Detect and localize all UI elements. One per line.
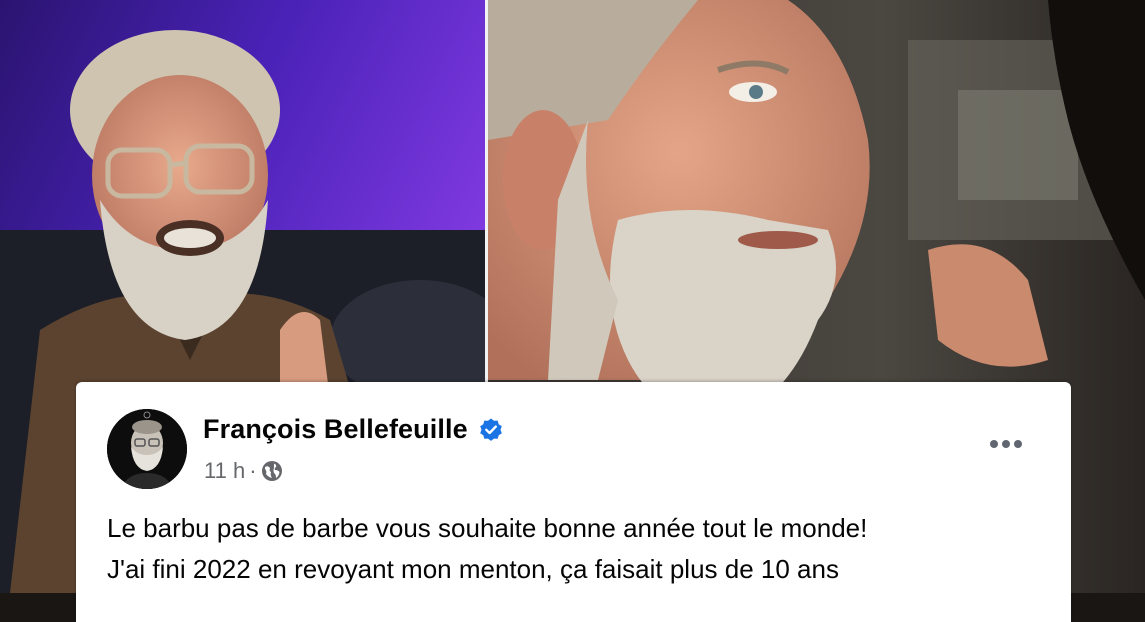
- more-options-dot: [1014, 440, 1022, 448]
- post-meta: 11 h ·: [204, 458, 283, 484]
- author-row: François Bellefeuille: [203, 414, 504, 445]
- author-avatar[interactable]: [107, 409, 187, 489]
- globe-icon[interactable]: [261, 460, 283, 482]
- more-options-button[interactable]: [984, 430, 1028, 458]
- meta-separator: ·: [249, 458, 257, 483]
- more-options-icon: [990, 440, 998, 448]
- post-body: Le barbu pas de barbe vous souhaite bonn…: [107, 508, 1047, 590]
- post-timestamp[interactable]: 11 h: [204, 458, 245, 484]
- post-text-line: J'ai fini 2022 en revoyant mon menton, ç…: [107, 554, 839, 584]
- author-name[interactable]: François Bellefeuille: [203, 414, 468, 445]
- verified-badge-icon: [478, 417, 504, 443]
- post-card: François Bellefeuille 11 h · Le barbu pa…: [76, 382, 1071, 622]
- post-text-line: Le barbu pas de barbe vous souhaite bonn…: [107, 513, 868, 543]
- more-options-dot: [1002, 440, 1010, 448]
